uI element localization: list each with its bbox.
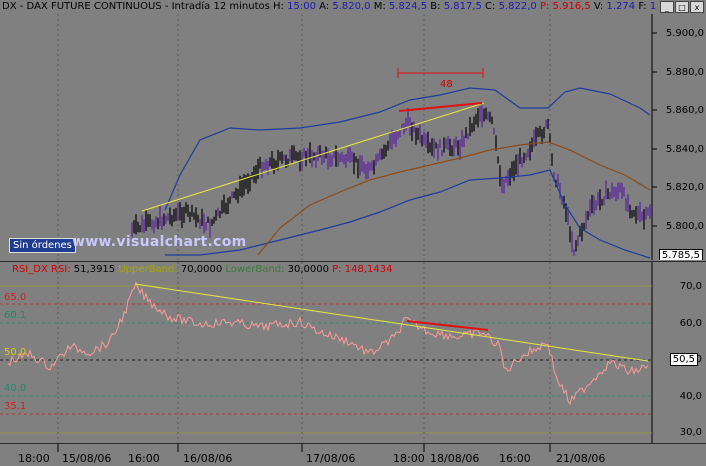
rsi-level-label: 65.0: [4, 292, 27, 303]
b-value: 5.817,5: [443, 1, 482, 12]
rsi-axis-label: 40,0: [679, 391, 702, 402]
interval: Intradía 12 minutos: [171, 1, 270, 12]
rsi-trendline: [134, 283, 649, 362]
time-label: 16/08/06: [183, 452, 233, 465]
time-label: 16:00: [128, 452, 160, 465]
time-label: 17/08/06: [306, 452, 356, 465]
f-label: F:: [638, 1, 647, 12]
time-axis: 18:00 15/08/06 16:00 16/08/06 17/08/06 1…: [0, 443, 706, 466]
instrument-name: DAX FUTURE CONTINUOUS: [26, 1, 162, 12]
b-label: B:: [430, 1, 441, 12]
v-value: 1.274: [606, 1, 636, 12]
c-label: C:: [485, 1, 496, 12]
price-axis-label: 5.800,0: [665, 221, 704, 232]
rsi-name: RSI_DX: [12, 264, 48, 275]
m-label: M:: [373, 1, 386, 12]
price-chart-canvas[interactable]: [0, 0, 706, 260]
rsi-current-tag: 50,5: [669, 353, 698, 366]
c-value: 5.822,0: [498, 1, 537, 12]
m-value: 5.824,5: [388, 1, 428, 12]
time-label: 16:00: [499, 452, 531, 465]
rsi-level-label: 40.0: [4, 383, 27, 394]
rsi-p-label: P:: [332, 264, 342, 275]
lower-band-value: 30,0000: [287, 264, 329, 275]
price-axis-label: 5.880,0: [665, 67, 704, 78]
minimize-button[interactable]: _: [660, 1, 674, 13]
window-controls: _ □ x: [660, 1, 704, 13]
lower-band-label: LowerBand:: [225, 264, 285, 275]
v-label: V:: [593, 1, 604, 12]
rsi-value: 51,3915: [73, 264, 116, 275]
maximize-button[interactable]: □: [675, 1, 689, 13]
rsi-p-value: 148,1434: [344, 264, 393, 275]
rsi-axis-label: 30,0: [679, 427, 702, 438]
price-axis-label: 5.860,0: [665, 105, 704, 116]
chart-title-bar: DX - DAX FUTURE CONTINUOUS - Intradía 12…: [2, 1, 657, 12]
time-label: 18:00: [393, 452, 425, 465]
rsi-panel[interactable]: RSI_DX RSI: 51,3915 UpperBand: 70,0000 L…: [0, 261, 706, 444]
time-label: 15/08/06: [62, 452, 112, 465]
h-value: 15:00: [287, 1, 316, 12]
price-chart-panel[interactable]: DX - DAX FUTURE CONTINUOUS - Intradía 12…: [0, 0, 706, 260]
p-label: P:: [539, 1, 550, 12]
h-label: H:: [273, 1, 284, 12]
price-axis-label: 5.840,0: [665, 144, 704, 155]
rsi-header: RSI_DX RSI: 51,3915 UpperBand: 70,0000 L…: [12, 264, 392, 276]
price-highlight-line: [398, 102, 483, 112]
rsi-label: RSI:: [50, 264, 71, 275]
upper-band-value: 70,0000: [180, 264, 223, 275]
p-value: 5.916,5: [552, 1, 591, 12]
price-trendline: [141, 102, 485, 212]
f-value: 1: [649, 1, 657, 12]
rsi-axis-label: 70,0: [679, 281, 702, 292]
rsi-level-label: 60.1: [4, 310, 27, 321]
time-label: 18:00: [18, 452, 50, 465]
current-price-tag: 5.785,5: [658, 249, 703, 260]
a-label: A:: [319, 1, 330, 12]
close-button[interactable]: x: [690, 1, 704, 13]
rsi-level-label: 35.1: [4, 401, 27, 412]
rsi-line: [7, 281, 649, 406]
a-value: 5.820,0: [332, 1, 371, 12]
orders-button[interactable]: Sin órdenes: [9, 238, 76, 253]
rsi-axis-label: 60,0: [679, 318, 702, 329]
symbol: DX: [2, 1, 17, 12]
measure-label: 48: [440, 79, 453, 90]
watermark: www.visualchart.com: [72, 234, 247, 250]
time-label: 18/08/06: [430, 452, 480, 465]
moving-average: [257, 141, 651, 256]
price-axis-label: 5.900,0: [665, 28, 704, 39]
upper-band-label: UpperBand:: [118, 264, 178, 275]
rsi-canvas[interactable]: [0, 262, 706, 444]
rsi-level-label: 50.0: [4, 347, 27, 358]
price-axis-label: 5.820,0: [665, 182, 704, 193]
time-label: 21/08/06: [556, 452, 606, 465]
